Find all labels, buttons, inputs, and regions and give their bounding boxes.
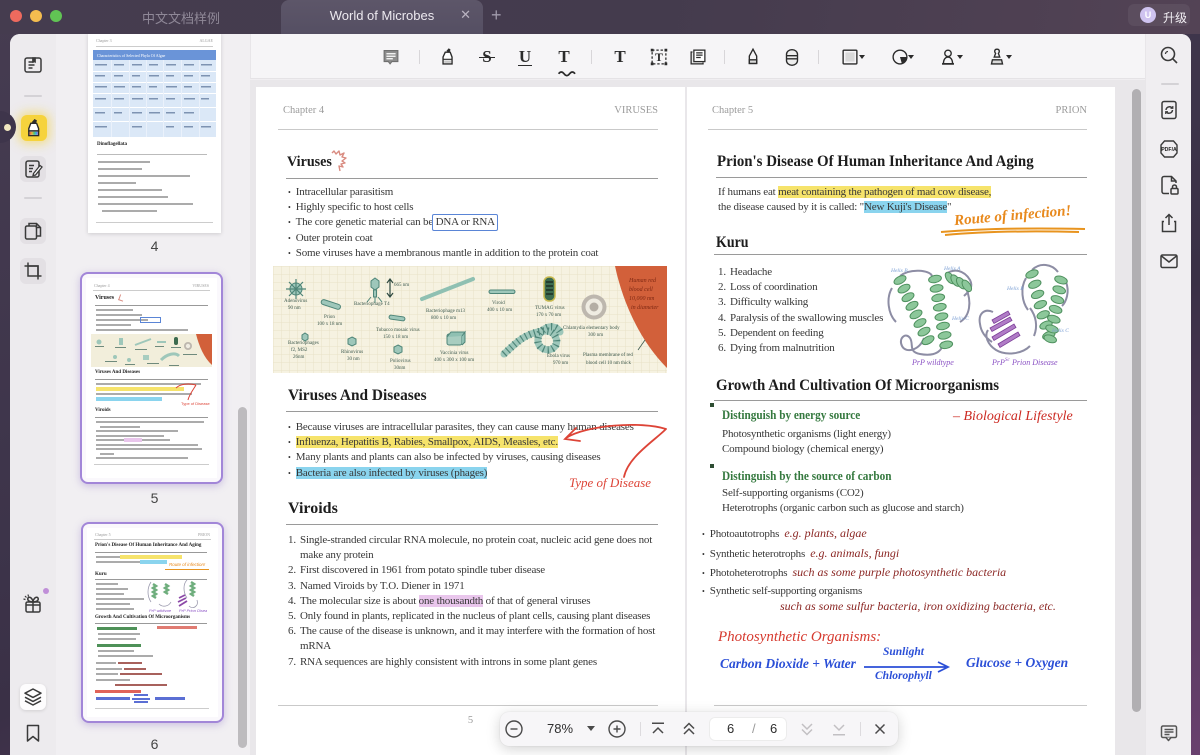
svg-text:in diameter: in diameter [631, 305, 659, 311]
svg-text:400 x 10 nm: 400 x 10 nm [487, 308, 512, 313]
svg-text:Helix C: Helix C [1051, 328, 1069, 334]
svg-text:Chlamydia elementary body: Chlamydia elementary body [563, 326, 620, 331]
svg-text:Sc: Sc [1005, 358, 1011, 363]
svg-text:970 nm: 970 nm [553, 361, 568, 366]
svg-text:170 x 70 nm: 170 x 70 nm [536, 313, 561, 318]
svg-text:Helix A: Helix A [943, 266, 961, 272]
svg-text:100 x 18 nm: 100 x 18 nm [317, 322, 342, 327]
svg-text:Prion: Prion [324, 315, 335, 320]
svg-text:665 nm: 665 nm [394, 283, 409, 288]
svg-text:Poliovirus: Poliovirus [390, 359, 411, 364]
svg-text:blood cell: blood cell [629, 287, 653, 293]
svg-text:Plasma membrane of red: Plasma membrane of red [583, 353, 633, 358]
svg-text:800 x 10 nm: 800 x 10 nm [431, 316, 456, 321]
svg-text:Bacteriophage T4: Bacteriophage T4 [354, 302, 390, 307]
svg-text:Viroid: Viroid [492, 301, 505, 306]
svg-text:Ebola virus: Ebola virus [547, 354, 570, 359]
svg-text:PDF/A: PDF/A [1161, 147, 1177, 153]
svg-text:Human red: Human red [628, 278, 657, 284]
svg-text:Helix B: Helix B [1006, 286, 1024, 292]
svg-text:400 x 300 x 100 nm: 400 x 300 x 100 nm [434, 358, 474, 363]
svg-text:f2, MS2: f2, MS2 [291, 348, 308, 353]
svg-text:26nm: 26nm [293, 355, 305, 360]
svg-text:Prion Disease: Prion Disease [1011, 358, 1058, 367]
svg-text:300 nm: 300 nm [588, 333, 603, 338]
svg-text:30 nm: 30 nm [347, 357, 360, 362]
svg-text:Adenovirus: Adenovirus [284, 299, 307, 304]
svg-text:blood cell 10 nm thick: blood cell 10 nm thick [586, 361, 631, 366]
svg-text:Bacteriophages: Bacteriophages [288, 341, 319, 346]
svg-text:Tobacco mosaic virus: Tobacco mosaic virus [376, 328, 420, 333]
svg-text:PrP: PrP [991, 358, 1005, 367]
svg-text:PrP wildtype: PrP wildtype [911, 358, 954, 367]
svg-text:90 nm: 90 nm [288, 306, 301, 311]
svg-text:PrP Prion Disease: PrP Prion Disease [179, 608, 207, 612]
svg-text:150 x 18 nm: 150 x 18 nm [383, 335, 408, 340]
svg-text:30nm: 30nm [394, 366, 406, 371]
svg-text:TUMAG virus: TUMAG virus [535, 306, 565, 311]
svg-text:Bacteriophage m13: Bacteriophage m13 [426, 309, 466, 314]
svg-text:10,000 nm: 10,000 nm [629, 296, 655, 302]
svg-text:Helix B: Helix B [890, 268, 908, 274]
svg-text:T: T [655, 50, 663, 64]
svg-text:Vaccinia virus: Vaccinia virus [440, 351, 469, 356]
svg-text:Helix C: Helix C [951, 316, 969, 322]
svg-text:Rhinovirus: Rhinovirus [341, 350, 363, 355]
svg-text:PrP wildtype: PrP wildtype [149, 608, 172, 612]
